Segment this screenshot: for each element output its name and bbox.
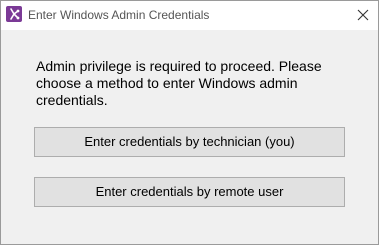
title-bar: Enter Windows Admin Credentials (1, 1, 378, 30)
app-logo-icon (6, 6, 22, 22)
enter-credentials-remote-user-button[interactable]: Enter credentials by remote user (34, 177, 345, 207)
window-title: Enter Windows Admin Credentials (28, 8, 210, 22)
close-button[interactable] (350, 3, 376, 27)
close-icon (357, 9, 369, 21)
privilege-message: Admin privilege is required to proceed. … (36, 58, 322, 108)
enter-credentials-technician-button[interactable]: Enter credentials by technician (you) (34, 127, 345, 157)
credentials-dialog: Enter Windows Admin Credentials Admin pr… (0, 0, 379, 245)
